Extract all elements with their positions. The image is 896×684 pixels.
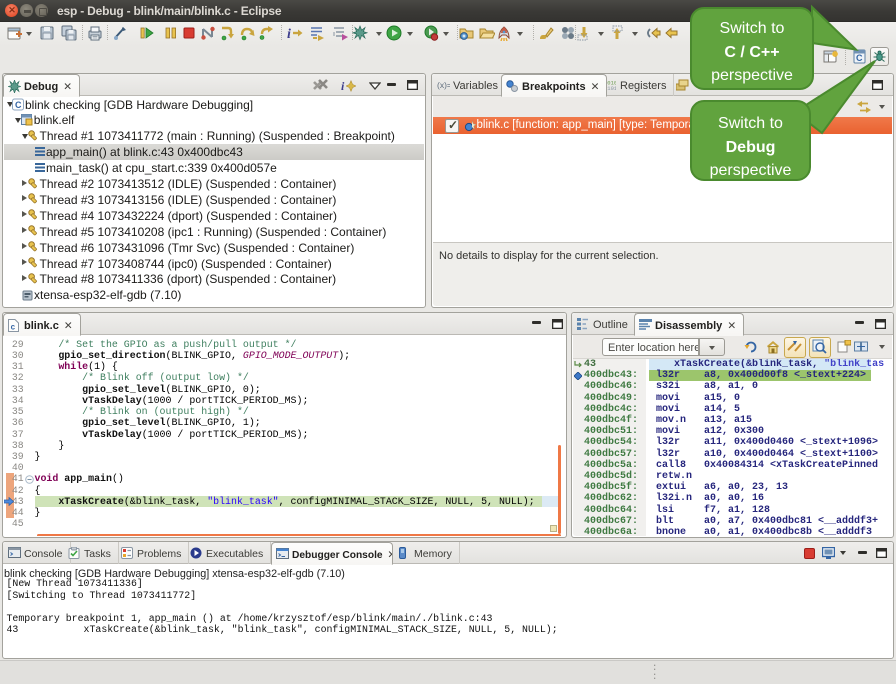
svg-text:c: c [11,323,16,332]
svg-text:C: C [15,100,22,110]
svg-text:i: i [341,79,345,92]
svg-text:(x)=: (x)= [437,80,450,90]
svg-text:i: i [287,27,291,41]
